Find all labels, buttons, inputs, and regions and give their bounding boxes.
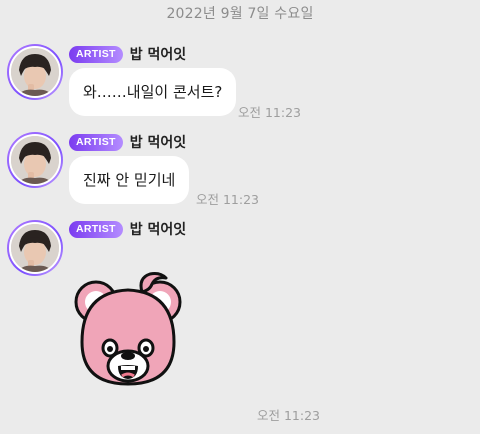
sender-name: 밥 먹어잇: [129, 222, 187, 238]
artist-badge: ARTIST: [69, 220, 123, 238]
message-time: 오전 11:23: [257, 408, 320, 423]
avatar-photo: [9, 134, 61, 186]
message-bubble[interactable]: 진짜 안 믿기네: [69, 156, 190, 204]
artist-badge: ARTIST: [69, 45, 123, 63]
avatar[interactable]: [7, 44, 63, 100]
message-time: 오전 11:23: [238, 105, 301, 120]
avatar[interactable]: [7, 132, 63, 188]
message-time: 오전 11:23: [196, 192, 259, 207]
artist-badge: ARTIST: [69, 133, 123, 151]
sender-row: ARTIST 밥 먹어잇: [69, 44, 186, 64]
avatar[interactable]: [7, 220, 63, 276]
sender-row: ARTIST 밥 먹어잇: [69, 132, 186, 152]
avatar-photo: [9, 46, 61, 98]
sender-row: ARTIST 밥 먹어잇: [69, 219, 186, 239]
message-bubble[interactable]: 와……내일이 콘서트?: [69, 68, 237, 116]
date-separator: 2022년 9월 7일 수요일: [166, 6, 314, 22]
sender-name: 밥 먹어잇: [129, 47, 187, 63]
sender-name: 밥 먹어잇: [129, 135, 187, 151]
avatar-photo: [9, 222, 61, 274]
pink-bear-sticker[interactable]: [72, 270, 184, 390]
